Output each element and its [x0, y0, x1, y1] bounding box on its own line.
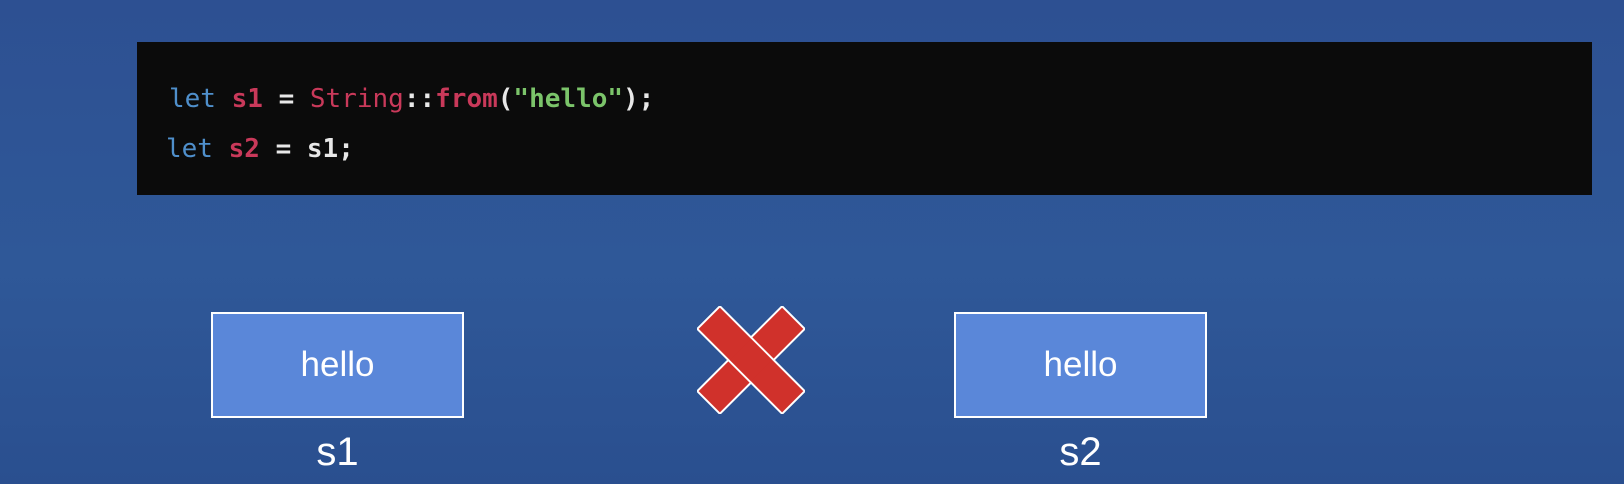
- semicolon: ;: [338, 134, 354, 164]
- value-s1: s1: [306, 134, 339, 164]
- string-literal: "hello": [513, 84, 623, 114]
- assign-operator: =: [275, 134, 292, 164]
- assign-operator: =: [278, 84, 295, 114]
- box-value-text: hello: [1043, 345, 1118, 384]
- variable-s2: s2: [228, 134, 260, 164]
- box-value-text: hello: [300, 345, 375, 384]
- function-name: from: [435, 84, 498, 114]
- variable-s1: s1: [231, 84, 263, 114]
- keyword-let: let: [166, 134, 213, 164]
- variable-label-s1: s1: [316, 430, 359, 474]
- open-paren: (: [497, 84, 514, 114]
- close-paren-semicolon: );: [623, 84, 655, 114]
- type-name: String: [309, 84, 404, 114]
- code-line-2: let s2 = s1;: [137, 124, 1592, 174]
- red-x-icon: [697, 306, 805, 414]
- path-separator: ::: [403, 84, 436, 114]
- heap-value-box-s1: hello: [211, 312, 464, 418]
- keyword-let: let: [169, 84, 216, 114]
- heap-value-box-s2: hello: [954, 312, 1207, 418]
- code-line-1: let s1 = String::from("hello");: [137, 74, 1592, 124]
- variable-label-s2: s2: [1059, 430, 1102, 474]
- code-panel: let s1 = String::from("hello"); let s2 =…: [137, 42, 1592, 195]
